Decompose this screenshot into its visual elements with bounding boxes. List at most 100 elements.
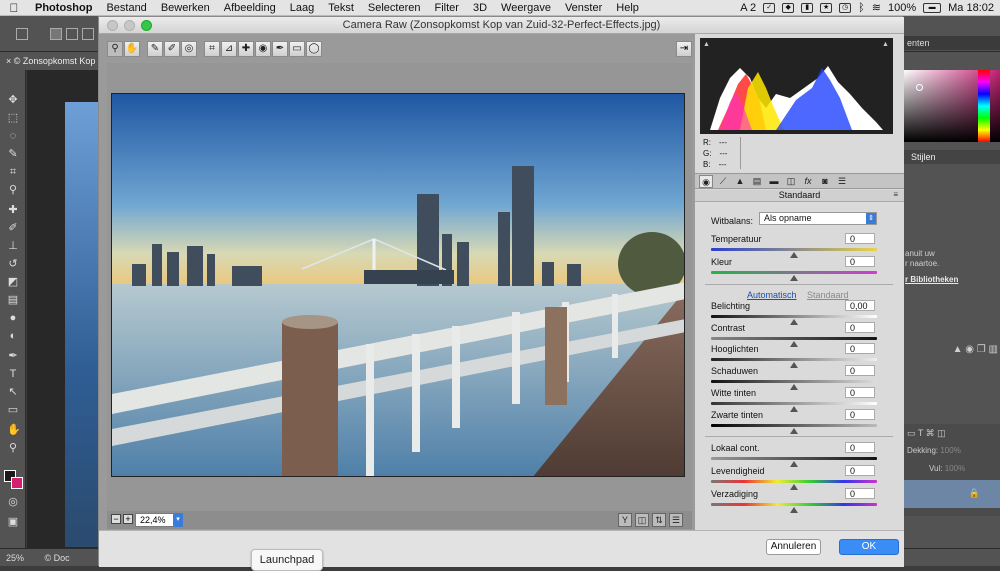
slider-track-temperatuur[interactable]: [711, 248, 877, 251]
open-preferences-icon[interactable]: ⇥: [676, 41, 692, 57]
zoom-window-button[interactable]: [141, 20, 152, 31]
type-tool-icon[interactable]: T: [7, 368, 19, 380]
slider-track-belichting[interactable]: [711, 315, 877, 318]
mobile-icon[interactable]: ▮: [801, 2, 814, 13]
menu-venster[interactable]: Venster: [558, 2, 609, 14]
slider-thumb-zwarte-tinten[interactable]: [790, 428, 798, 434]
slider-thumb-verzadiging[interactable]: [790, 507, 798, 513]
new-selection-icon[interactable]: [50, 28, 62, 40]
document-tab[interactable]: × © Zonsopkomst Kop: [0, 52, 98, 70]
eyedropper-tool-icon[interactable]: ⚲: [7, 184, 19, 196]
close-window-button[interactable]: [107, 20, 118, 31]
path-select-icon[interactable]: ↖: [7, 386, 19, 398]
shape-tool-icon[interactable]: ▭: [7, 404, 19, 416]
spot-removal-icon[interactable]: ✚: [238, 41, 254, 57]
white-balance-select[interactable]: Als opname ⇕: [759, 212, 877, 225]
tab-split-toning-icon[interactable]: ▬: [767, 175, 781, 188]
slider-value-contrast[interactable]: 0: [845, 322, 875, 333]
healing-brush-icon[interactable]: ✚: [7, 204, 19, 216]
menu-photoshop[interactable]: Photoshop: [28, 2, 99, 14]
zoom-tool-icon[interactable]: ⚲: [7, 442, 19, 454]
adobe-icon[interactable]: A 2: [740, 2, 756, 14]
slider-thumb-lokaal-contrast[interactable]: [790, 461, 798, 467]
hand-tool-icon[interactable]: ✋: [7, 424, 21, 436]
white-balance-icon[interactable]: ✎: [147, 41, 163, 57]
slider-value-zwarte-tinten[interactable]: 0: [845, 409, 875, 420]
adjustment-brush-icon[interactable]: ✒: [272, 41, 288, 57]
slider-value-belichting[interactable]: 0,00: [845, 300, 875, 311]
add-selection-icon[interactable]: [66, 28, 78, 40]
slider-thumb-belichting[interactable]: [790, 319, 798, 325]
zoom-icon[interactable]: ⚲: [107, 41, 123, 57]
slider-thumb-witte-tinten[interactable]: [790, 406, 798, 412]
star-icon[interactable]: ★: [820, 2, 833, 13]
background-color-swatch[interactable]: [11, 477, 23, 489]
crop-tool-icon[interactable]: ⌗: [7, 166, 19, 178]
slider-track-hooglichten[interactable]: [711, 358, 877, 361]
eraser-tool-icon[interactable]: ◩: [7, 276, 19, 288]
apple-icon[interactable]: : [0, 1, 28, 15]
menu-tekst[interactable]: Tekst: [321, 2, 361, 14]
hue-slider[interactable]: [978, 70, 990, 142]
pen-tool-icon[interactable]: ✒: [7, 350, 19, 362]
quick-mask-icon[interactable]: ◎: [7, 496, 19, 508]
gradient-tool-icon[interactable]: ▤: [7, 294, 19, 306]
slider-value-lokaal-contrast[interactable]: 0: [845, 442, 875, 453]
red-eye-icon[interactable]: ◉: [255, 41, 271, 57]
slider-track-zwarte-tinten[interactable]: [711, 424, 877, 427]
menu-filter[interactable]: Filter: [428, 2, 466, 14]
status-zoom[interactable]: 25%: [6, 553, 24, 563]
menu-laag[interactable]: Laag: [283, 2, 321, 14]
before-after-icon[interactable]: ◫: [635, 513, 649, 527]
ok-button[interactable]: OK: [839, 539, 899, 555]
hand-icon[interactable]: ✋: [124, 41, 140, 57]
minimize-window-button[interactable]: [124, 20, 135, 31]
fill-value[interactable]: 100%: [945, 464, 965, 473]
slider-value-kleur[interactable]: 0: [845, 256, 875, 267]
lasso-tool-icon[interactable]: ◌: [7, 130, 19, 142]
opacity-value[interactable]: 100%: [940, 446, 960, 455]
wifi-icon[interactable]: ≋: [872, 1, 881, 14]
zoom-dropdown-arrow-icon[interactable]: ▾: [173, 513, 183, 527]
color-sampler-icon[interactable]: ✐: [164, 41, 180, 57]
slider-track-levendigheid[interactable]: [711, 480, 877, 483]
shadow-clipping-icon[interactable]: ▲: [703, 41, 711, 48]
menu-3d[interactable]: 3D: [466, 2, 494, 14]
cancel-button[interactable]: Annuleren: [766, 539, 821, 555]
slider-thumb-contrast[interactable]: [790, 341, 798, 347]
target-adjust-icon[interactable]: ◎: [181, 41, 197, 57]
radial-filter-icon[interactable]: ◯: [306, 41, 322, 57]
slider-thumb-hooglichten[interactable]: [790, 362, 798, 368]
slider-thumb-schaduwen[interactable]: [790, 384, 798, 390]
menu-weergave[interactable]: Weergave: [494, 2, 558, 14]
tab-basic-icon[interactable]: ◉: [699, 175, 713, 188]
view-y-icon[interactable]: Y: [618, 513, 632, 527]
check-icon[interactable]: ✓: [763, 2, 776, 13]
slider-track-schaduwen[interactable]: [711, 380, 877, 383]
marquee-options-icon[interactable]: [16, 28, 28, 40]
dropbox-icon[interactable]: ◆: [782, 2, 795, 13]
battery-icon[interactable]: ▬: [923, 2, 942, 13]
panel-menu-icon[interactable]: ≡: [893, 190, 898, 199]
history-brush-icon[interactable]: ↺: [7, 258, 19, 270]
crop-icon[interactable]: ⌗: [204, 41, 220, 57]
bluetooth-icon[interactable]: ᛒ: [858, 2, 865, 14]
slider-track-kleur[interactable]: [711, 271, 877, 274]
menu-help[interactable]: Help: [609, 2, 646, 14]
slider-thumb-kleur[interactable]: [790, 275, 798, 281]
slider-track-contrast[interactable]: [711, 337, 877, 340]
default-button[interactable]: Standaard: [807, 290, 849, 300]
dodge-tool-icon[interactable]: ◐: [7, 330, 19, 342]
backup-icon[interactable]: ◷: [839, 2, 852, 13]
menu-afbeelding[interactable]: Afbeelding: [217, 2, 283, 14]
preview-preferences-icon[interactable]: ☰: [669, 513, 683, 527]
preview-image[interactable]: [111, 93, 685, 477]
marquee-tool-icon[interactable]: ⬚: [7, 112, 19, 124]
menu-bestand[interactable]: Bestand: [99, 2, 153, 14]
screen-mode-icon[interactable]: ▣: [7, 516, 19, 528]
slider-value-witte-tinten[interactable]: 0: [845, 387, 875, 398]
blur-tool-icon[interactable]: ●: [7, 312, 19, 324]
zoom-in-button[interactable]: +: [123, 514, 133, 524]
straighten-icon[interactable]: ⊿: [221, 41, 237, 57]
slider-value-temperatuur[interactable]: 0: [845, 233, 875, 244]
